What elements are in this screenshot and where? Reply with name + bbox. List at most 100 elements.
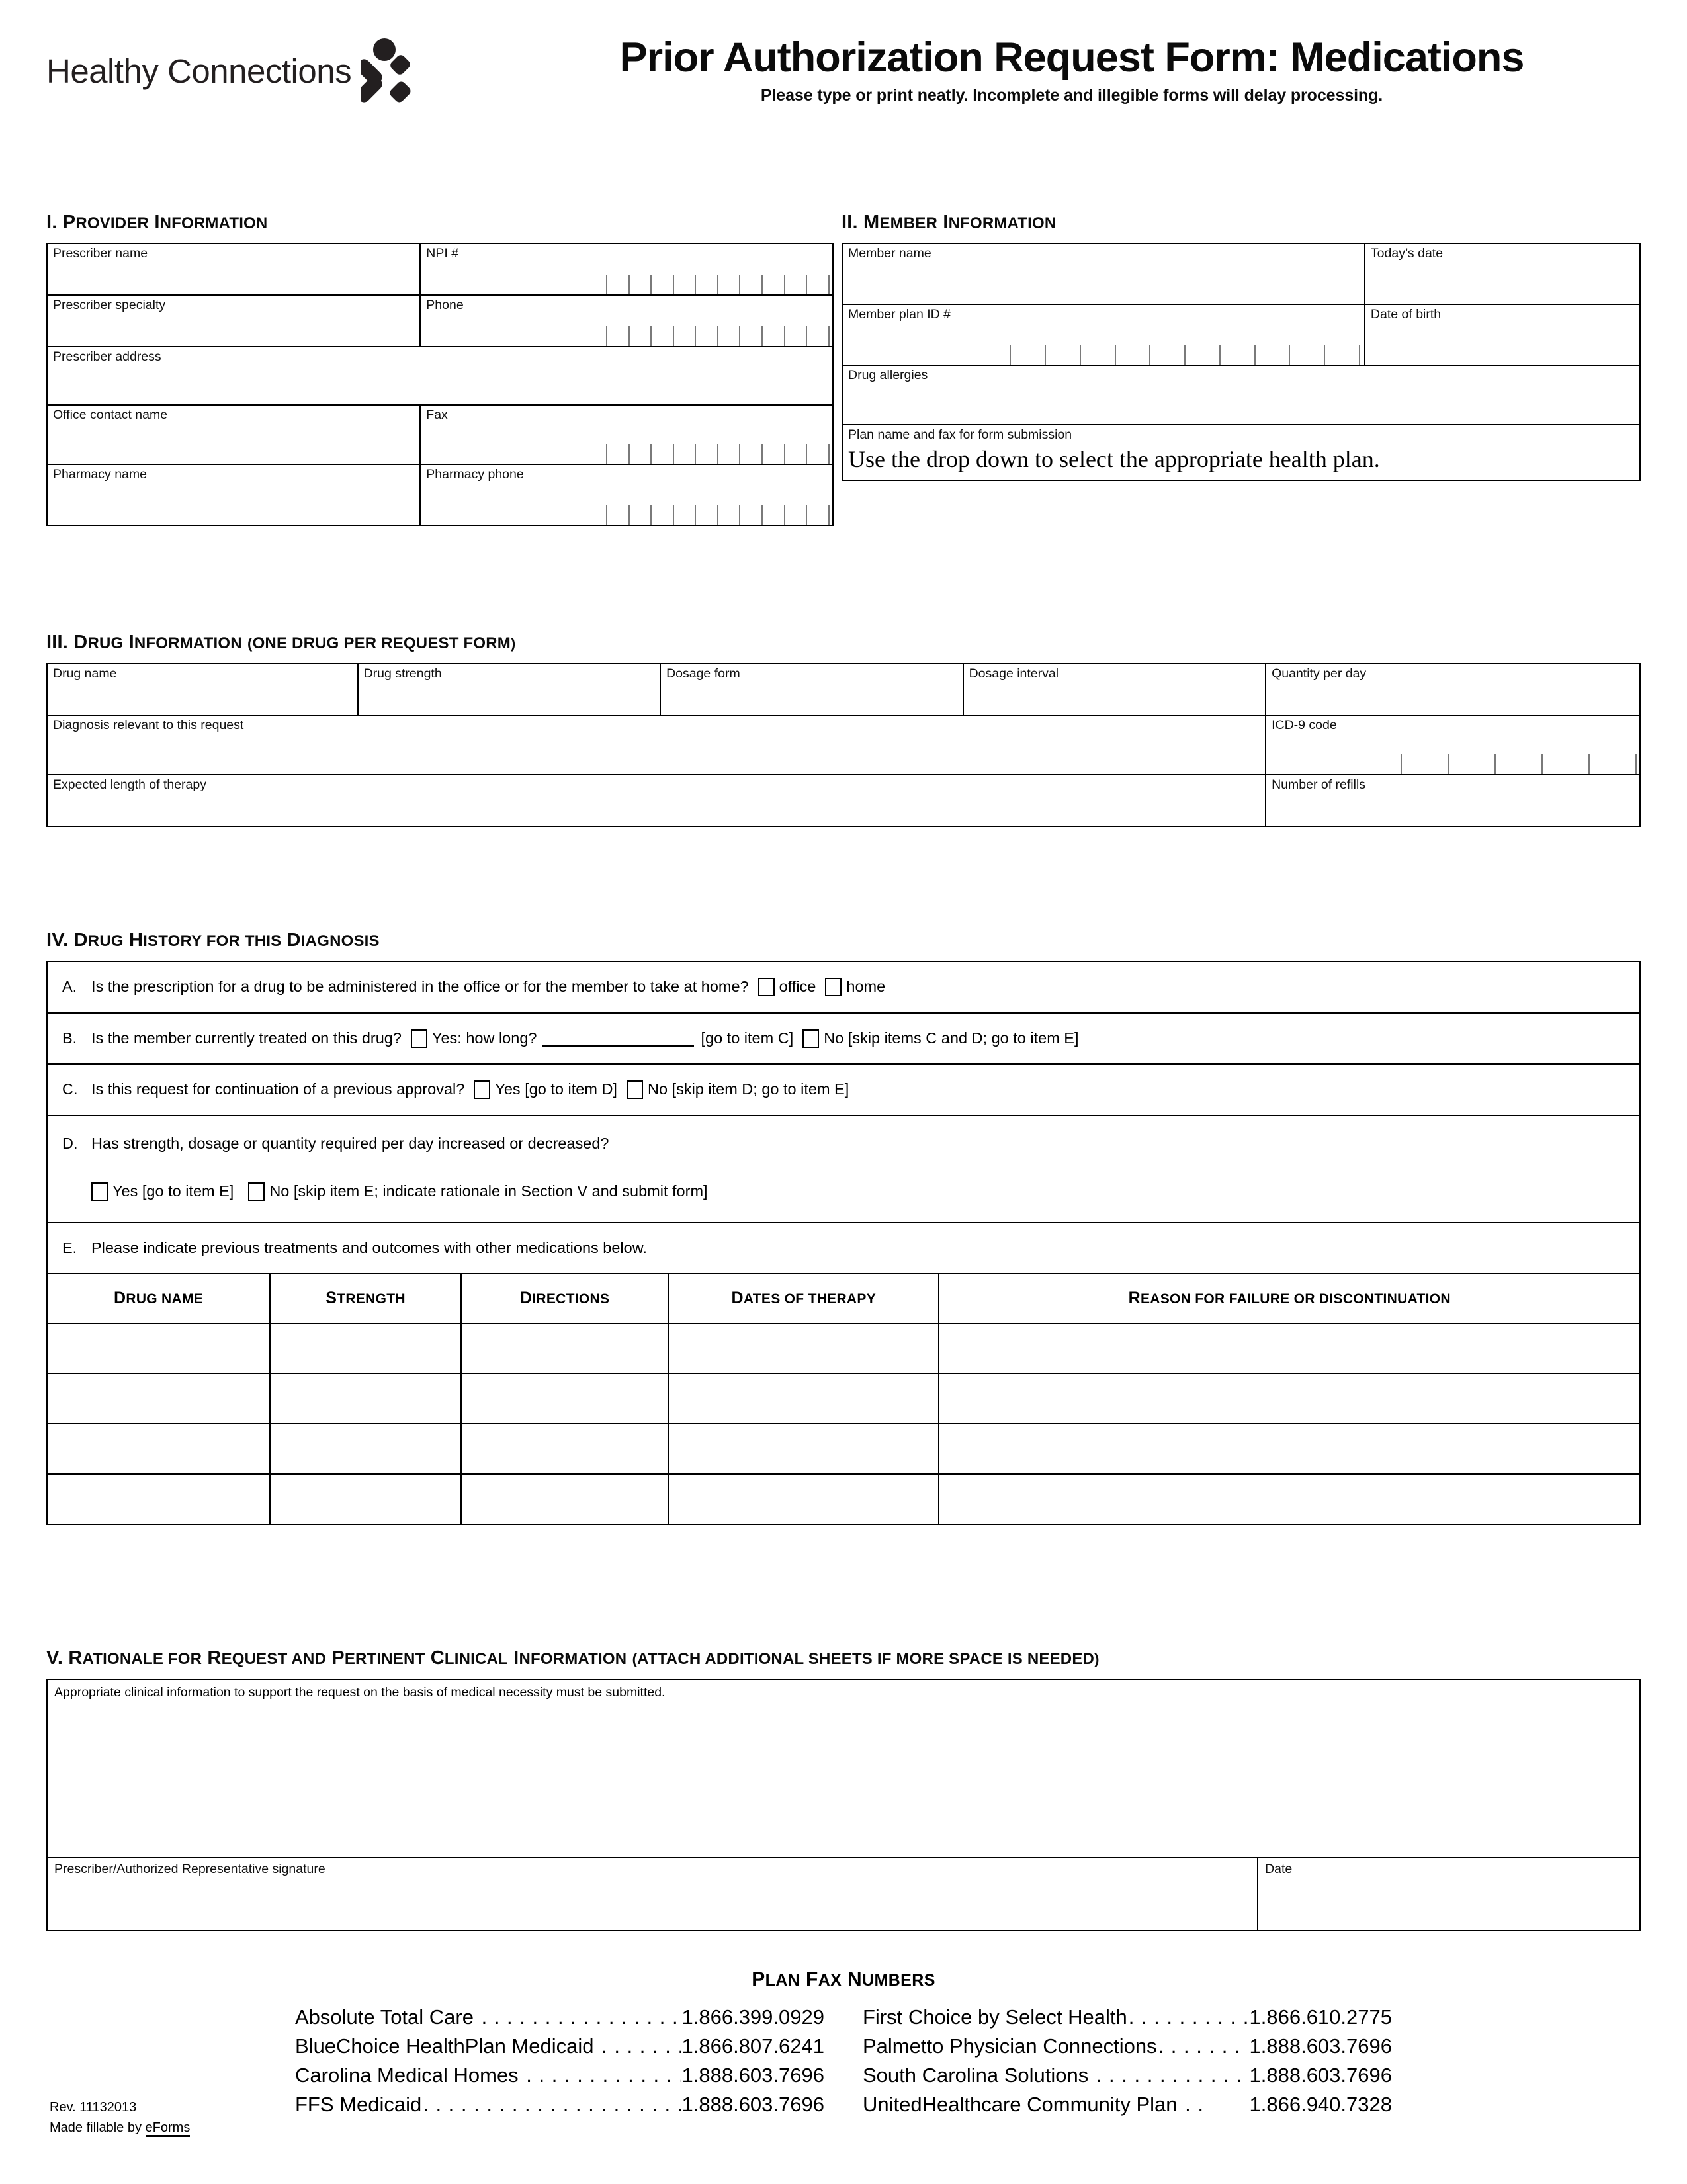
question-a: A. Is the prescription for a drug to be … [48, 962, 1639, 1012]
previous-medications-body [46, 1323, 1641, 1526]
section-4-heading: IV. DRUG HISTORY FOR THIS DIAGNOSIS [46, 930, 380, 951]
rationale-textarea[interactable]: Appropriate clinical information to supp… [46, 1679, 1641, 1857]
checkbox-b-no[interactable] [802, 1029, 820, 1048]
label-expected-length: Expected length of therapy [53, 777, 206, 792]
field-fax[interactable]: Fax [419, 404, 834, 465]
field-npi[interactable]: NPI # [419, 243, 834, 296]
label-quantity-per-day: Quantity per day [1272, 666, 1367, 681]
label-member-name: Member name [848, 246, 931, 261]
label-pharmacy-name: Pharmacy name [53, 467, 147, 482]
cell-reason[interactable] [938, 1473, 1641, 1526]
checkbox-c-yes[interactable] [474, 1080, 491, 1100]
checkbox-c-no[interactable] [626, 1080, 643, 1100]
field-date-of-birth[interactable]: Date of birth [1363, 304, 1641, 366]
checkbox-office-label: office [779, 978, 816, 995]
cell-directions[interactable] [460, 1323, 670, 1375]
label-npi: NPI # [426, 246, 459, 261]
eforms-link[interactable]: eForms [145, 2120, 191, 2137]
plan-dropdown-value[interactable]: Use the drop down to select the appropri… [848, 446, 1635, 473]
cell-drug-name[interactable] [46, 1373, 271, 1425]
cell-dates[interactable] [668, 1323, 940, 1375]
comb-npi [421, 275, 832, 294]
form-page: Healthy Connections Prior Authorization … [0, 0, 1687, 2184]
previous-medications-table: DRUG NAME STRENGTH DIRECTIONS DATES OF T… [46, 1273, 1641, 1526]
field-prescriber-specialty[interactable]: Prescriber specialty [46, 294, 421, 347]
label-prescriber-name: Prescriber name [53, 246, 148, 261]
field-signature[interactable]: Prescriber/Authorized Representative sig… [46, 1857, 1259, 1931]
field-dosage-form[interactable]: Dosage form [660, 663, 964, 716]
question-b: B. Is the member currently treated on th… [48, 1014, 1639, 1064]
cell-reason[interactable] [938, 1423, 1641, 1475]
checkbox-home[interactable] [825, 977, 842, 996]
cell-drug-name[interactable] [46, 1423, 271, 1475]
fax-column-left: Absolute Total Care . . . . . . . . . . … [295, 2003, 824, 2119]
cell-strength[interactable] [269, 1473, 462, 1526]
field-phone[interactable]: Phone [419, 294, 834, 347]
cell-directions[interactable] [460, 1373, 670, 1425]
field-pharmacy-name[interactable]: Pharmacy name [46, 464, 421, 526]
fax-leader-dots: . . . . . . . . . . . . . . . . . . . . … [423, 2093, 680, 2117]
checkbox-d-yes-label: Yes [go to item E] [112, 1182, 234, 1200]
section-drug-history: IV. DRUG HISTORY FOR THIS DIAGNOSIS A. I… [46, 930, 1641, 1526]
question-a-text: Is the prescription for a drug to be adm… [91, 978, 749, 995]
fax-plan-name: FFS Medicaid [295, 2093, 422, 2117]
checkbox-home-label: home [846, 978, 886, 995]
made-fillable-line: Made fillable by eForms [50, 2118, 191, 2138]
field-icd9[interactable]: ICD-9 code [1265, 715, 1641, 775]
cell-directions[interactable] [460, 1473, 670, 1526]
checkbox-c-no-label: No [skip item D; go to item E] [647, 1080, 849, 1098]
table-row: Pharmacy name Pharmacy phone [46, 464, 834, 526]
cell-dates[interactable] [668, 1423, 940, 1475]
cell-dates[interactable] [668, 1473, 940, 1526]
label-plan-name-fax: Plan name and fax for form submission [848, 427, 1072, 442]
question-e-text: Please indicate previous treatments and … [91, 1239, 647, 1256]
checkbox-d-yes[interactable] [91, 1182, 108, 1201]
checkbox-b-yes[interactable] [410, 1029, 427, 1048]
cell-drug-name[interactable] [46, 1323, 271, 1375]
cell-reason[interactable] [938, 1373, 1641, 1425]
fax-number: 1.866.399.0929 [681, 2005, 825, 2029]
label-drug-allergies: Drug allergies [848, 368, 928, 382]
cell-dates[interactable] [668, 1373, 940, 1425]
field-signature-date[interactable]: Date [1257, 1857, 1641, 1931]
question-d: D. Has strength, dosage or quantity requ… [48, 1116, 1639, 1221]
question-b-text: Is the member currently treated on this … [91, 1029, 402, 1047]
field-quantity-per-day[interactable]: Quantity per day [1265, 663, 1641, 716]
field-member-name[interactable]: Member name [842, 243, 1365, 305]
label-pharmacy-phone: Pharmacy phone [426, 467, 524, 482]
field-dosage-interval[interactable]: Dosage interval [962, 663, 1267, 716]
checkbox-d-no[interactable] [248, 1182, 265, 1201]
cell-reason[interactable] [938, 1323, 1641, 1375]
field-prescriber-name[interactable]: Prescriber name [46, 243, 421, 296]
field-office-contact-name[interactable]: Office contact name [46, 404, 421, 465]
section-member-information: II. MEMBER INFORMATION Member name Today… [842, 212, 1641, 481]
label-phone: Phone [426, 298, 464, 312]
label-signature-date: Date [1265, 1862, 1293, 1876]
table-row: Prescriber/Authorized Representative sig… [46, 1857, 1641, 1931]
field-prescriber-address[interactable]: Prescriber address [46, 346, 834, 406]
fax-number: 1.888.603.7696 [1249, 2034, 1393, 2058]
field-plan-name-fax[interactable]: Plan name and fax for form submission Us… [842, 424, 1641, 481]
field-expected-length-of-therapy[interactable]: Expected length of therapy [46, 774, 1267, 827]
field-drug-allergies[interactable]: Drug allergies [842, 365, 1641, 425]
question-c: C. Is this request for continuation of a… [48, 1065, 1639, 1115]
field-diagnosis[interactable]: Diagnosis relevant to this request [46, 715, 1267, 775]
title-block: Prior Authorization Request Form: Medica… [503, 36, 1641, 105]
label-prescriber-specialty: Prescriber specialty [53, 298, 166, 312]
checkbox-office[interactable] [757, 977, 775, 996]
label-icd9: ICD-9 code [1272, 718, 1337, 732]
cell-directions[interactable] [460, 1423, 670, 1475]
field-drug-name[interactable]: Drug name [46, 663, 359, 716]
cell-strength[interactable] [269, 1323, 462, 1375]
field-drug-strength[interactable]: Drug strength [357, 663, 662, 716]
cell-strength[interactable] [269, 1373, 462, 1425]
cell-drug-name[interactable] [46, 1473, 271, 1526]
cell-strength[interactable] [269, 1423, 462, 1475]
column-header-strength: STRENGTH [269, 1273, 462, 1325]
how-long-input[interactable] [542, 1032, 695, 1047]
field-member-plan-id[interactable]: Member plan ID # [842, 304, 1365, 366]
field-pharmacy-phone[interactable]: Pharmacy phone [419, 464, 834, 526]
field-todays-date[interactable]: Today’s date [1363, 243, 1641, 305]
field-number-of-refills[interactable]: Number of refills [1265, 774, 1641, 827]
fax-plan-name: BlueChoice HealthPlan Medicaid [295, 2034, 594, 2058]
